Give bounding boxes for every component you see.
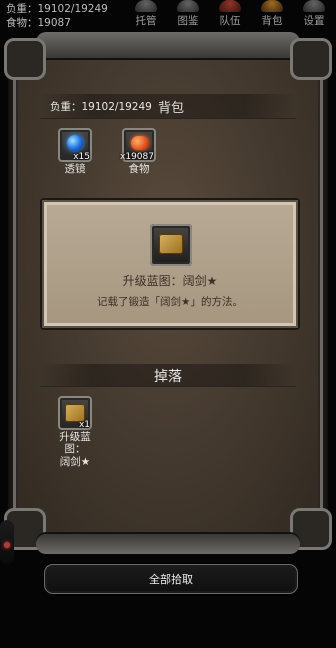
status-food: 食物：19087 xyxy=(6,17,71,29)
lens-orb-icon xyxy=(67,135,83,151)
bag-icon xyxy=(261,0,283,12)
nav-auto-label: 托管 xyxy=(135,15,157,27)
item-name-line-2: 阔剑★ xyxy=(59,456,91,468)
selected-item-slot[interactable] xyxy=(150,224,192,266)
item-name-line-1: 升级蓝图： xyxy=(59,431,91,455)
book-icon xyxy=(177,0,199,12)
nav-codex-label: 图鉴 xyxy=(177,15,199,27)
loot-header: 掉落 xyxy=(40,364,296,387)
item-name: 食物 xyxy=(128,163,150,175)
nav-team[interactable]: 队伍 xyxy=(212,0,248,28)
nav-settings[interactable]: 设置 xyxy=(296,0,332,28)
selected-item-panel: 升级蓝图：阔剑★ 记载了锻造「阔剑★」的方法。 xyxy=(42,200,298,328)
item-count: x15 xyxy=(73,152,90,162)
nav-codex[interactable]: 图鉴 xyxy=(170,0,206,28)
nav-bag-label: 背包 xyxy=(261,15,283,27)
side-ornament xyxy=(0,520,14,564)
scroll-icon xyxy=(159,234,183,254)
status-weight: 负重：19102/19249 xyxy=(6,3,108,15)
bag-item-lens[interactable]: x15 透镜 xyxy=(54,128,96,175)
bag-header: 负重：19102/19249 背包 xyxy=(40,94,296,119)
status-readout: 负重：19102/19249 食物：19087 xyxy=(6,2,108,30)
item-slot: x1 xyxy=(58,396,92,430)
selected-item-description: 记载了锻造「阔剑★」的方法。 xyxy=(97,296,243,308)
nav-settings-label: 设置 xyxy=(303,15,325,27)
bag-title: 背包 xyxy=(158,101,185,116)
item-count: x1 xyxy=(78,420,90,430)
loot-item-blueprint[interactable]: x1 升级蓝图： 阔剑★ xyxy=(54,396,96,468)
collect-all-button[interactable]: 全部拾取 xyxy=(44,564,298,594)
bag-weight: 负重：19102/19249 xyxy=(50,101,152,113)
nav-auto[interactable]: 托管 xyxy=(128,0,164,28)
frame-corner xyxy=(290,508,332,550)
item-name: 透镜 xyxy=(64,163,86,175)
settings-icon xyxy=(303,0,325,12)
frame-corner xyxy=(4,38,46,80)
game-screen: 负重：19102/19249 食物：19087 托管 图鉴 队伍 背包 设置 负… xyxy=(0,0,336,648)
item-slot: x15 xyxy=(58,128,92,162)
team-icon xyxy=(219,0,241,12)
item-slot: x19087 xyxy=(120,128,156,162)
frame-corner xyxy=(290,38,332,80)
top-nav: 托管 图鉴 队伍 背包 设置 xyxy=(128,0,336,28)
auto-icon xyxy=(135,0,157,12)
item-count: x19087 xyxy=(120,152,154,162)
bag-item-food[interactable]: x19087 食物 xyxy=(118,128,160,175)
nav-bag[interactable]: 背包 xyxy=(254,0,290,28)
selected-item-title: 升级蓝图：阔剑★ xyxy=(122,274,218,288)
loot-title: 掉落 xyxy=(154,369,182,385)
food-icon xyxy=(131,136,149,150)
nav-team-label: 队伍 xyxy=(219,15,241,27)
